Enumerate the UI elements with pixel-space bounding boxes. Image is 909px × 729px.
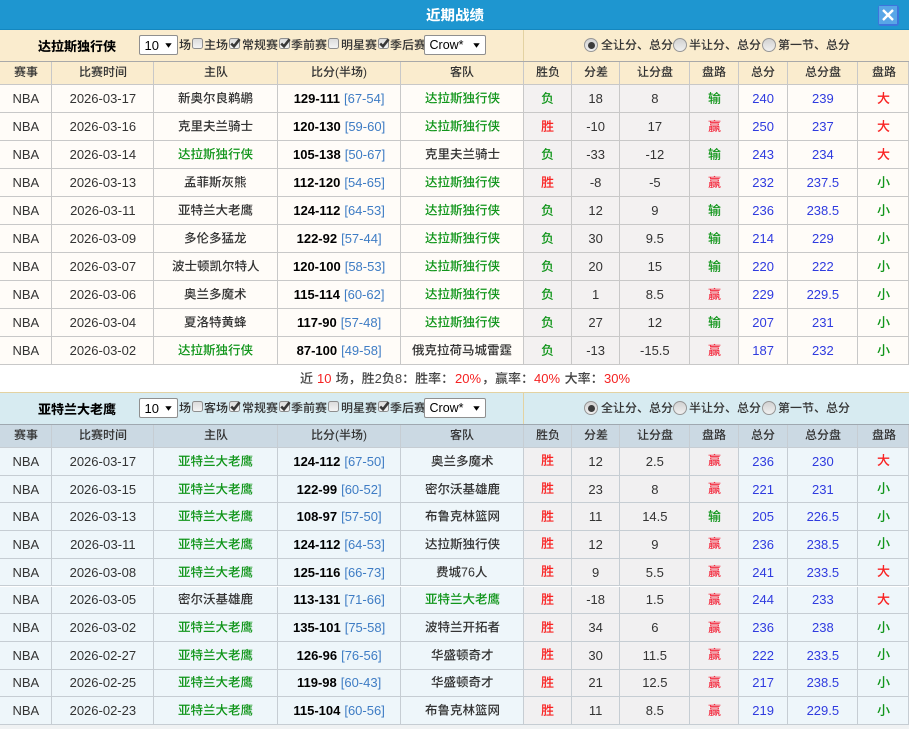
svg-text:40%: 40% xyxy=(534,371,560,386)
svg-text:76: 76 xyxy=(461,565,475,579)
svg-text:): ) xyxy=(363,428,367,442)
svg-text:20%: 20% xyxy=(455,371,481,386)
svg-text:(: ( xyxy=(335,428,339,442)
svg-text:(: ( xyxy=(335,65,339,79)
svg-text:10: 10 xyxy=(317,371,331,386)
svg-text:8: 8 xyxy=(395,371,402,386)
svg-text:30%: 30% xyxy=(604,371,630,386)
svg-text:): ) xyxy=(363,65,367,79)
svg-text:2: 2 xyxy=(375,371,382,386)
